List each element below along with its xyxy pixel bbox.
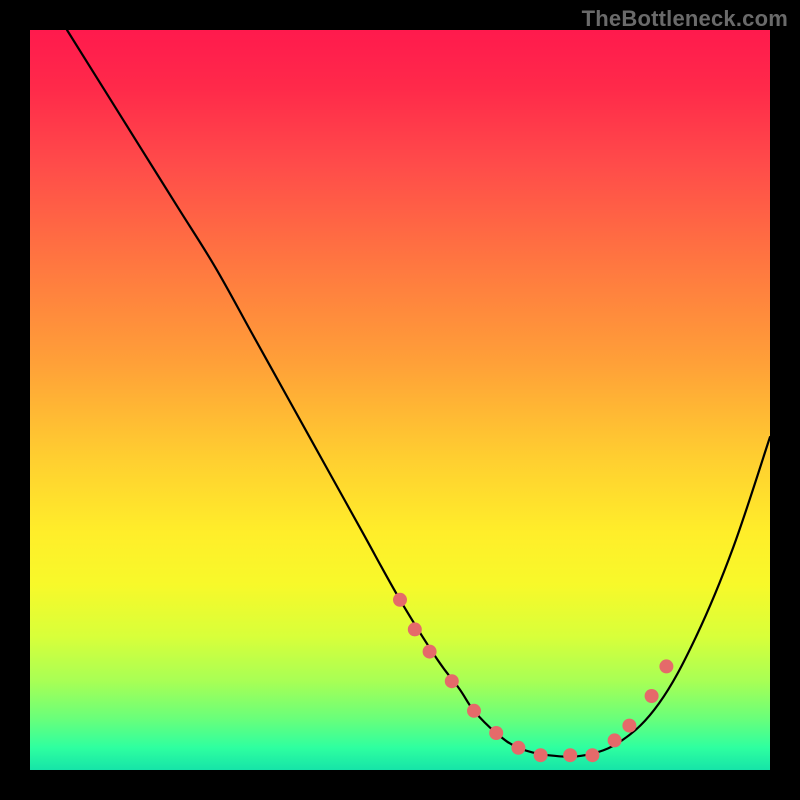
marker-dot — [659, 659, 673, 673]
marker-dot — [393, 593, 407, 607]
marker-dot — [622, 719, 636, 733]
marker-dot — [563, 748, 577, 762]
curve-layer — [30, 30, 770, 770]
marker-dot — [585, 748, 599, 762]
marker-dot — [445, 674, 459, 688]
marker-dot — [489, 726, 503, 740]
marker-dot — [408, 622, 422, 636]
marker-dot — [608, 733, 622, 747]
plot-area — [30, 30, 770, 770]
marker-dot — [511, 741, 525, 755]
marker-dot — [467, 704, 481, 718]
chart-frame: TheBottleneck.com — [0, 0, 800, 800]
bottleneck-curve — [67, 30, 770, 757]
marker-dot — [645, 689, 659, 703]
watermark-text: TheBottleneck.com — [582, 6, 788, 32]
marker-dot — [423, 645, 437, 659]
marker-dot — [534, 748, 548, 762]
marker-dots — [393, 593, 673, 762]
